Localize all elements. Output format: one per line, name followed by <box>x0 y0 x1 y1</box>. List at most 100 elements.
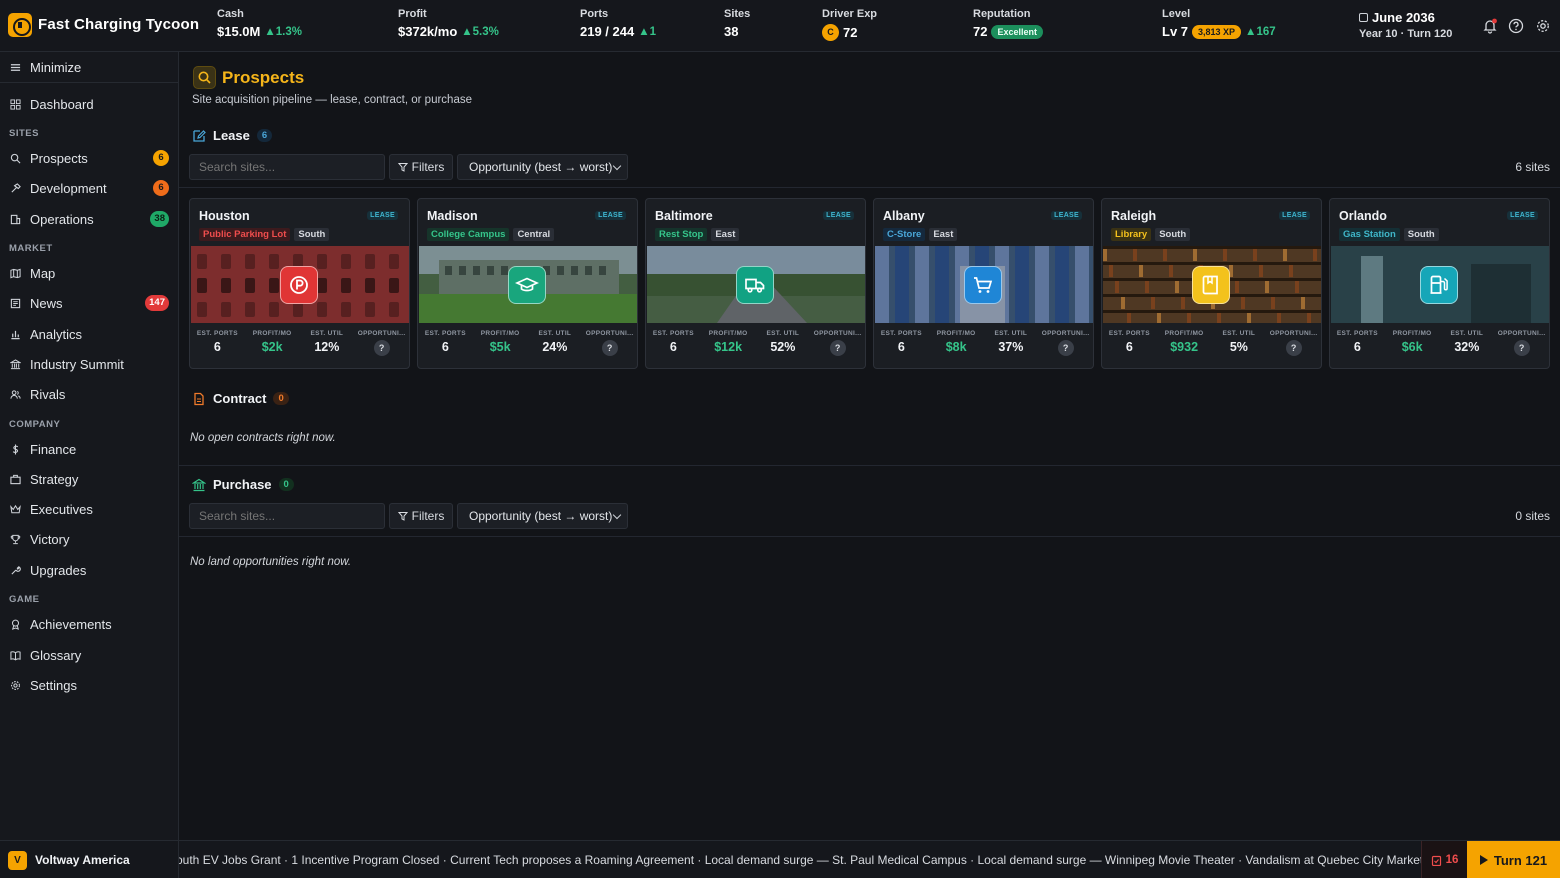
news-ticker[interactable]: outh EV Jobs Grant · 1 Incentive Program… <box>179 841 1421 878</box>
company-switcher[interactable]: V Voltway America <box>0 841 179 878</box>
play-icon <box>1479 855 1488 865</box>
lease-filters-button[interactable]: Filters <box>389 154 453 180</box>
est-ports-metric: EST. PORTS 6 <box>646 330 701 356</box>
alerts-button[interactable]: 16 <box>1421 841 1467 878</box>
purchase-search-input[interactable] <box>189 503 385 529</box>
sidebar-item-industry-summit[interactable]: Industry Summit <box>0 351 178 377</box>
sidebar-item-finance[interactable]: Finance <box>0 436 178 462</box>
news-badge: 147 <box>145 295 169 311</box>
filters-label: Filters <box>411 160 445 174</box>
sidebar-item-news[interactable]: News 147 <box>0 290 178 316</box>
gear-icon[interactable] <box>1535 18 1551 34</box>
bank-icon <box>192 478 206 491</box>
sidebar-item-label: News <box>30 295 63 311</box>
sidebar-item-dashboard[interactable]: Dashboard <box>0 91 178 117</box>
opportunity-unknown[interactable]: ? <box>1513 340 1530 356</box>
purchase-section-header: Purchase 0 <box>192 477 294 492</box>
opportunity-unknown[interactable]: ? <box>829 340 846 356</box>
opportunity-unknown[interactable]: ? <box>601 340 618 356</box>
sidebar-item-victory[interactable]: Victory <box>0 526 178 552</box>
metric-label: OPPORTUNI... <box>357 330 406 337</box>
profit-stat[interactable]: Profit $372k/mo ▲5.3% <box>398 8 499 39</box>
sort-label: Opportunity (best → worst) <box>469 160 613 174</box>
purchase-site-count: 0 sites <box>1515 509 1550 523</box>
contract-section-header: Contract 0 <box>192 391 289 406</box>
sidebar-item-prospects[interactable]: Prospects 6 <box>0 145 178 171</box>
sidebar-item-strategy[interactable]: Strategy <box>0 466 178 492</box>
briefcase-icon <box>10 474 21 484</box>
reputation-stat[interactable]: Reputation 72 Excellent <box>973 8 1043 39</box>
purchase-count: 0 <box>278 478 294 491</box>
metric-label: PROFIT/MO <box>252 330 292 337</box>
cash-stat[interactable]: Cash $15.0M ▲1.3% <box>217 8 302 39</box>
sidebar-item-rivals[interactable]: Rivals <box>0 381 178 407</box>
profit-value: $12k <box>714 340 743 354</box>
filters-label: Filters <box>411 509 445 523</box>
est-ports-value: 6 <box>669 340 677 354</box>
region-tag: South <box>1403 228 1439 241</box>
est-util-value: 12% <box>314 340 340 354</box>
sidebar-item-analytics[interactable]: Analytics <box>0 321 178 347</box>
filter-icon <box>397 512 408 521</box>
sidebar-item-achievements[interactable]: Achievements <box>0 611 178 637</box>
sort-label: Opportunity (best → worst) <box>469 509 613 523</box>
level-value: Lv 7 <box>1162 24 1189 39</box>
company-name: Voltway America <box>35 853 130 867</box>
alerts-count: 16 <box>1445 854 1459 866</box>
minimize-label: Minimize <box>30 59 82 75</box>
sidebar-item-label: Executives <box>30 501 93 517</box>
lease-site-count: 6 sites <box>1515 160 1550 174</box>
est-ports-metric: EST. PORTS 6 <box>190 330 245 356</box>
level-stat[interactable]: Level Lv 7 3,813 XP ▲167 <box>1162 8 1276 39</box>
minimize-button[interactable]: Minimize <box>0 52 178 83</box>
lease-card-houston[interactable]: Houston LEASE Public Parking Lot South E… <box>189 198 410 369</box>
lease-card-baltimore[interactable]: Baltimore LEASE Rest Stop East EST. PORT… <box>645 198 866 369</box>
sites-stat[interactable]: Sites 38 <box>724 8 750 39</box>
section-label-sites: SITES <box>9 128 39 139</box>
sidebar-item-operations[interactable]: Operations 38 <box>0 206 178 232</box>
sidebar-item-executives[interactable]: Executives <box>0 496 178 522</box>
profit-value: $372k/mo <box>398 24 458 39</box>
driver-exp-stat[interactable]: Driver Exp C 72 <box>822 8 877 41</box>
sidebar-item-label: Victory <box>30 531 70 547</box>
sidebar-item-settings[interactable]: Settings <box>0 672 178 698</box>
sidebar-item-map[interactable]: Map <box>0 260 178 286</box>
help-icon[interactable] <box>1508 18 1524 34</box>
shopping-cart-icon <box>964 266 1002 304</box>
sidebar-item-label: Strategy <box>30 471 79 487</box>
card-city: Orlando <box>1339 209 1387 223</box>
ports-stat[interactable]: Ports 219 / 244 ▲1 <box>580 8 656 39</box>
main-content: Prospects Site acquisition pipeline — le… <box>179 52 1560 840</box>
filter-icon <box>397 163 408 172</box>
app-logo <box>8 13 32 37</box>
sidebar-item-glossary[interactable]: Glossary <box>0 642 178 668</box>
bell-icon[interactable] <box>1482 18 1498 34</box>
lease-card-orlando[interactable]: Orlando LEASE Gas Station South EST. POR… <box>1329 198 1550 369</box>
prospects-badge: 6 <box>153 150 169 166</box>
profit-metric: PROFIT/MO $932 <box>1157 330 1212 356</box>
opportunity-unknown[interactable]: ? <box>373 340 390 356</box>
next-turn-label: Turn 121 <box>1493 852 1548 868</box>
purchase-filters-button[interactable]: Filters <box>389 503 453 529</box>
sidebar-item-label: Finance <box>30 441 77 457</box>
sidebar-item-label: Operations <box>30 211 94 227</box>
metric-label: OPPORTUNI... <box>813 330 862 337</box>
region-tag: South <box>1155 228 1191 241</box>
sidebar-item-development[interactable]: Development 6 <box>0 175 178 201</box>
lease-sort-select[interactable]: Opportunity (best → worst) <box>457 154 628 180</box>
app-title: Fast Charging Tycoon <box>38 16 200 33</box>
opportunity-unknown[interactable]: ? <box>1285 340 1302 356</box>
sidebar-item-upgrades[interactable]: Upgrades <box>0 557 178 583</box>
lease-card-albany[interactable]: Albany LEASE C-Store East EST. PORTS 6 PR… <box>873 198 1094 369</box>
site-type-tag: Public Parking Lot <box>199 228 291 241</box>
lease-card-raleigh[interactable]: Raleigh LEASE Library South EST. PORTS 6 … <box>1101 198 1322 369</box>
lease-tag: LEASE <box>1051 211 1082 220</box>
next-turn-button[interactable]: Turn 121 <box>1467 841 1560 878</box>
opportunity-unknown[interactable]: ? <box>1057 340 1074 356</box>
profit-value: $8k <box>945 340 967 354</box>
lease-search-input[interactable] <box>189 154 385 180</box>
card-city: Albany <box>883 209 925 223</box>
purchase-sort-select[interactable]: Opportunity (best → worst) <box>457 503 628 529</box>
lease-card-madison[interactable]: Madison LEASE College Campus Central EST… <box>417 198 638 369</box>
metric-label: EST. UTIL <box>310 330 344 337</box>
